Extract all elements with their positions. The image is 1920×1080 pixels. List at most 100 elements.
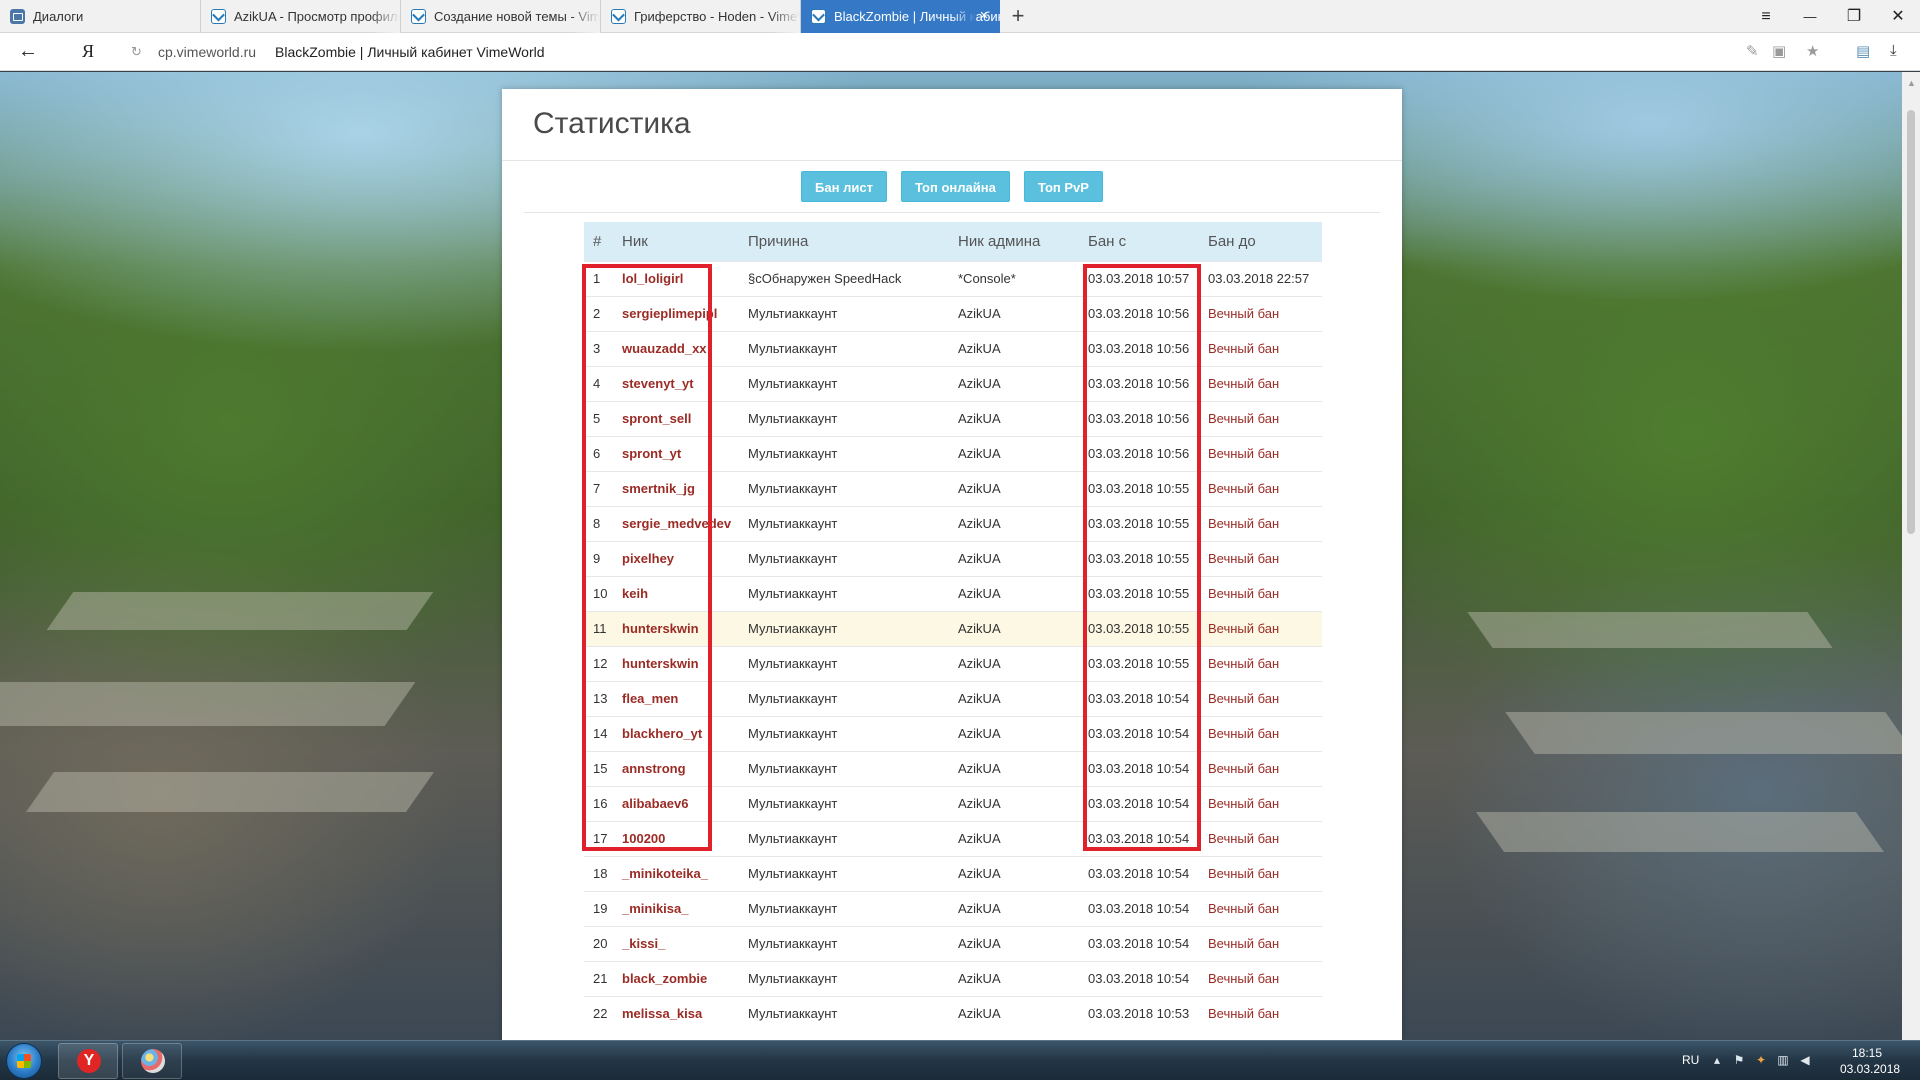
- header-ban-until: Бан до: [1199, 222, 1322, 261]
- scroll-thumb[interactable]: [1907, 110, 1915, 534]
- tab-blackzombie-cabinet[interactable]: BlackZombie | Личный кабинет ×: [801, 0, 1000, 33]
- cell-nick[interactable]: spront_yt: [613, 435, 739, 471]
- tab-griefing[interactable]: Гриферство - Hoden - VimeWorld: [601, 0, 801, 33]
- cell-nick[interactable]: alibabaev6: [613, 785, 739, 821]
- tab-new-topic[interactable]: Создание новой темы - VimeWorld: [401, 0, 601, 33]
- bookmark-star-icon[interactable]: ★: [1806, 42, 1819, 60]
- new-tab-button[interactable]: +: [1005, 3, 1031, 29]
- cell-nick[interactable]: _minikisa_: [613, 890, 739, 926]
- url-page-title[interactable]: BlackZombie | Личный кабинет VimeWorld: [275, 44, 545, 60]
- vimeworld-icon: [811, 9, 826, 24]
- language-indicator[interactable]: RU: [1682, 1053, 1699, 1067]
- gallery-icon[interactable]: ▤: [1856, 42, 1870, 60]
- cell-admin: AzikUA: [949, 295, 1079, 331]
- cell-ban-until: Вечный бан: [1199, 820, 1322, 856]
- cell-admin: AzikUA: [949, 400, 1079, 436]
- reload-icon[interactable]: ↻: [131, 44, 142, 60]
- cell-nick[interactable]: _minikoteika_: [613, 855, 739, 891]
- cell-ban-until: Вечный бан: [1199, 330, 1322, 366]
- cell-admin: AzikUA: [949, 995, 1079, 1031]
- cell-admin: AzikUA: [949, 890, 1079, 926]
- cell-reason: Мультиаккаунт: [739, 890, 949, 926]
- download-icon[interactable]: ⤓: [1890, 42, 1897, 59]
- url-domain[interactable]: cp.vimeworld.ru: [158, 44, 256, 60]
- scroll-up-icon[interactable]: ▲: [1907, 78, 1916, 88]
- yandex-icon[interactable]: Я: [82, 41, 94, 62]
- cell-nick[interactable]: stevenyt_yt: [613, 365, 739, 401]
- cell-reason: Мультиаккаунт: [739, 365, 949, 401]
- cell-nick[interactable]: _kissi_: [613, 925, 739, 961]
- restore-icon[interactable]: ❐: [1832, 0, 1876, 33]
- table-row: 5 spront_sell Мультиаккаунт AzikUA 03.03.201…: [584, 400, 1322, 436]
- cell-ban-from: 03.03.2018 10:54: [1079, 890, 1199, 926]
- start-button[interactable]: [6, 1043, 42, 1079]
- cell-num: 19: [584, 890, 613, 926]
- cell-admin: AzikUA: [949, 820, 1079, 856]
- cell-nick[interactable]: sergie_medvedev: [613, 505, 739, 541]
- cell-nick[interactable]: blackhero_yt: [613, 715, 739, 751]
- ban-list-button[interactable]: Бан лист: [801, 171, 887, 202]
- cell-nick[interactable]: black_zombie: [613, 960, 739, 996]
- cell-num: 14: [584, 715, 613, 751]
- cell-num: 3: [584, 330, 613, 366]
- cell-admin: AzikUA: [949, 855, 1079, 891]
- cell-nick[interactable]: hunterskwin: [613, 645, 739, 681]
- cell-ban-until: Вечный бан: [1199, 575, 1322, 611]
- cell-nick[interactable]: flea_men: [613, 680, 739, 716]
- clock-time[interactable]: 18:15: [1852, 1046, 1882, 1060]
- table-row: 1 lol_loligirl §cОбнаружен SpeedHack *Conso…: [584, 260, 1322, 296]
- page-scrollbar[interactable]: ▲: [1902, 72, 1920, 1040]
- cell-nick[interactable]: keih: [613, 575, 739, 611]
- cell-reason: Мультиаккаунт: [739, 785, 949, 821]
- statistics-panel: Статистика Бан лист Топ онлайна Топ PvP …: [502, 89, 1402, 1040]
- cell-num: 17: [584, 820, 613, 856]
- cell-nick[interactable]: annstrong: [613, 750, 739, 786]
- cell-ban-from: 03.03.2018 10:54: [1079, 855, 1199, 891]
- clock-date[interactable]: 03.03.2018: [1840, 1062, 1900, 1076]
- cell-nick[interactable]: 100200: [613, 820, 739, 856]
- taskbar-paint[interactable]: [122, 1043, 182, 1079]
- network-icon[interactable]: ▥: [1776, 1053, 1790, 1067]
- header-reason: Причина: [739, 222, 949, 261]
- cell-nick[interactable]: hunterskwin: [613, 610, 739, 646]
- cell-nick[interactable]: spront_sell: [613, 400, 739, 436]
- top-online-button[interactable]: Топ онлайна: [900, 171, 1010, 202]
- cell-ban-until: Вечный бан: [1199, 505, 1322, 541]
- protect-icon[interactable]: ✎: [1746, 42, 1759, 60]
- app-tray-icon[interactable]: ✦: [1754, 1053, 1768, 1067]
- cell-ban-until: Вечный бан: [1199, 750, 1322, 786]
- cell-num: 2: [584, 295, 613, 331]
- cell-nick[interactable]: sergieplimepipl: [613, 295, 739, 331]
- tab-bar: Диалоги AzikUA - Просмотр профиля Создан…: [0, 0, 1920, 33]
- tab-dialogs[interactable]: Диалоги: [0, 0, 201, 33]
- volume-icon[interactable]: ◀: [1798, 1053, 1812, 1067]
- close-window-icon[interactable]: ✕: [1876, 0, 1920, 33]
- close-tab-icon[interactable]: ×: [976, 7, 992, 25]
- table-row: 16 alibabaev6 Мультиаккаунт AzikUA 03.03.201…: [584, 785, 1322, 821]
- cell-admin: AzikUA: [949, 645, 1079, 681]
- cell-reason: Мультиаккаунт: [739, 680, 949, 716]
- taskbar-yandex-browser[interactable]: Y: [58, 1043, 118, 1079]
- cell-num: 1: [584, 260, 613, 296]
- table-row: 14 blackhero_yt Мультиаккаунт AzikUA 03.03.2…: [584, 715, 1322, 751]
- top-pvp-button[interactable]: Топ PvP: [1023, 171, 1103, 202]
- cell-admin: AzikUA: [949, 610, 1079, 646]
- cell-ban-from: 03.03.2018 10:56: [1079, 435, 1199, 471]
- tab-azikua-profile[interactable]: AzikUA - Просмотр профиля: [201, 0, 401, 33]
- back-arrow-icon[interactable]: ←: [18, 40, 38, 63]
- menu-icon[interactable]: ≡: [1744, 0, 1788, 33]
- cell-nick[interactable]: wuauzadd_xx: [613, 330, 739, 366]
- cell-nick[interactable]: melissa_kisa: [613, 995, 739, 1031]
- cell-nick[interactable]: lol_loligirl: [613, 260, 739, 296]
- cell-reason: Мультиаккаунт: [739, 645, 949, 681]
- cell-nick[interactable]: pixelhey: [613, 540, 739, 576]
- paint-icon: [141, 1049, 165, 1073]
- minimize-icon[interactable]: —: [1788, 0, 1832, 33]
- tray-expand-icon[interactable]: ▴: [1710, 1053, 1724, 1067]
- cell-nick[interactable]: smertnik_jg: [613, 470, 739, 506]
- divider: [502, 160, 1402, 161]
- flag-icon[interactable]: ⚑: [1732, 1053, 1746, 1067]
- lock-icon[interactable]: ▣: [1772, 42, 1786, 60]
- table-row: 12 hunterskwin Мультиаккаунт AzikUA 03.03.20…: [584, 645, 1322, 681]
- taskbar: Y RU ▴ ⚑ ✦ ▥ ◀ 18:15 03.03.2018: [0, 1040, 1920, 1080]
